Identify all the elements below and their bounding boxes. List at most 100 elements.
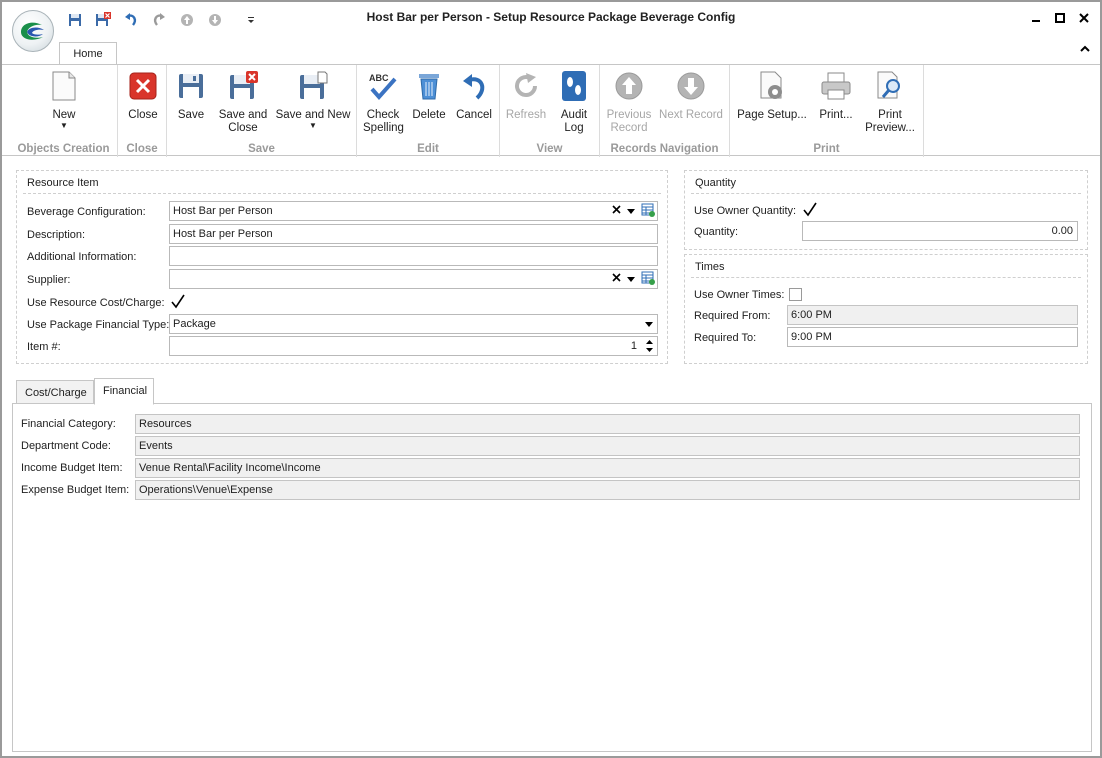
additional-information-field[interactable] bbox=[169, 246, 658, 266]
divider bbox=[691, 193, 1081, 194]
new-button[interactable]: New ▼ bbox=[44, 69, 84, 130]
save-and-new-button[interactable]: Save and New ▼ bbox=[275, 69, 351, 130]
close-button[interactable]: Close bbox=[124, 69, 162, 122]
financial-category-field[interactable]: Resources bbox=[135, 414, 1080, 434]
quantity-field[interactable]: 0.00 bbox=[802, 221, 1078, 241]
use-resource-cost-label: Use Resource Cost/Charge: bbox=[27, 297, 165, 309]
income-budget-item-field[interactable]: Venue Rental\Facility Income\Income bbox=[135, 458, 1080, 478]
close-icon[interactable] bbox=[1074, 8, 1094, 28]
use-owner-times-checkbox[interactable] bbox=[789, 288, 802, 301]
next-record-button[interactable]: Next Record bbox=[658, 69, 724, 122]
undo-arrow-icon bbox=[458, 69, 490, 103]
arrow-down-circle-icon bbox=[675, 69, 707, 103]
group-edit: ABC Check Spelling Delete Cancel Edit bbox=[357, 65, 500, 157]
group-print: Page Setup... Print... Print Preview... … bbox=[730, 65, 924, 157]
ribbon: New ▼ Objects Creation Close Close Save bbox=[2, 64, 1100, 157]
expense-budget-item-label: Expense Budget Item: bbox=[21, 484, 130, 496]
chevron-down-icon[interactable] bbox=[627, 205, 635, 217]
cancel-button[interactable]: Cancel bbox=[453, 69, 495, 122]
print-button[interactable]: Print... bbox=[814, 69, 858, 122]
group-records-navigation: Previous Record Next Record Records Navi… bbox=[600, 65, 730, 157]
delete-button[interactable]: Delete bbox=[409, 69, 449, 122]
app-window: Host Bar per Person - Setup Resource Pac… bbox=[0, 0, 1102, 758]
refresh-icon bbox=[510, 69, 542, 103]
tab-financial[interactable]: Financial bbox=[94, 378, 154, 405]
ribbon-tabs: Home bbox=[2, 40, 1100, 65]
resource-item-panel: Resource Item Beverage Configuration: Ho… bbox=[16, 170, 668, 364]
floppy-save-icon bbox=[175, 69, 207, 103]
required-from-label: Required From: bbox=[694, 310, 771, 322]
page-setup-icon bbox=[756, 69, 788, 103]
maximize-icon[interactable] bbox=[1050, 8, 1070, 28]
tab-cost-charge[interactable]: Cost/Charge bbox=[16, 380, 94, 404]
group-label: Objects Creation bbox=[17, 143, 110, 155]
footprints-icon bbox=[558, 69, 590, 103]
svg-text:ABC: ABC bbox=[369, 73, 389, 83]
ribbon-collapse-icon[interactable] bbox=[1080, 44, 1090, 56]
required-from-field[interactable]: 6:00 PM bbox=[787, 305, 1078, 325]
divider bbox=[691, 277, 1081, 278]
quantity-panel: Quantity Use Owner Quantity: Quantity: 0… bbox=[684, 170, 1088, 250]
audit-log-button[interactable]: Audit Log bbox=[554, 69, 594, 135]
quantity-label: Quantity: bbox=[694, 226, 739, 238]
arrow-up-circle-icon bbox=[613, 69, 645, 103]
chevron-down-icon: ▼ bbox=[60, 121, 68, 130]
required-to-field[interactable]: 9:00 PM bbox=[787, 327, 1078, 347]
supplier-label: Supplier: bbox=[27, 274, 71, 286]
chevron-down-icon: ▼ bbox=[309, 121, 317, 130]
chevron-down-icon[interactable] bbox=[645, 318, 653, 330]
save-and-close-button[interactable]: Save and Close bbox=[215, 69, 271, 135]
income-budget-item-label: Income Budget Item: bbox=[21, 462, 123, 474]
clear-icon[interactable] bbox=[612, 205, 621, 217]
lookup-grid-icon[interactable] bbox=[641, 203, 655, 220]
expense-budget-item-field[interactable]: Operations\Venue\Expense bbox=[135, 480, 1080, 500]
panel-title: Quantity bbox=[695, 177, 736, 189]
print-preview-icon bbox=[874, 69, 906, 103]
use-owner-times-label: Use Owner Times: bbox=[694, 289, 785, 301]
floppy-save-close-icon bbox=[227, 69, 259, 103]
financial-category-label: Financial Category: bbox=[21, 418, 116, 430]
trash-icon bbox=[413, 69, 445, 103]
chevron-down-icon[interactable] bbox=[627, 273, 635, 285]
panel-title: Resource Item bbox=[27, 177, 99, 189]
group-objects-creation: New ▼ Objects Creation bbox=[10, 65, 118, 157]
spin-buttons-icon[interactable] bbox=[645, 339, 654, 355]
item-number-stepper[interactable]: 1 bbox=[169, 336, 658, 356]
financial-type-select[interactable]: Package bbox=[169, 314, 658, 334]
title-bar: Host Bar per Person - Setup Resource Pac… bbox=[2, 2, 1100, 42]
group-view: Refresh Audit Log View bbox=[500, 65, 600, 157]
app-logo-icon[interactable] bbox=[12, 10, 54, 52]
tab-home[interactable]: Home bbox=[59, 42, 117, 65]
window-title: Host Bar per Person - Setup Resource Pac… bbox=[366, 10, 736, 24]
lookup-grid-icon[interactable] bbox=[641, 271, 655, 288]
group-save: Save Save and Close Save and New ▼ Save bbox=[167, 65, 357, 157]
supplier-field[interactable] bbox=[169, 269, 658, 289]
printer-icon bbox=[820, 69, 852, 103]
group-close: Close Close bbox=[118, 65, 167, 157]
times-panel: Times Use Owner Times: Required From: 6:… bbox=[684, 254, 1088, 364]
description-field[interactable]: Host Bar per Person bbox=[169, 224, 658, 244]
minimize-icon[interactable] bbox=[1026, 8, 1046, 28]
new-document-icon bbox=[48, 69, 80, 103]
clear-icon[interactable] bbox=[612, 273, 621, 285]
save-button[interactable]: Save bbox=[173, 69, 209, 122]
close-red-icon bbox=[127, 69, 159, 103]
refresh-button[interactable]: Refresh bbox=[504, 69, 548, 122]
additional-information-label: Additional Information: bbox=[27, 251, 137, 263]
previous-record-button[interactable]: Previous Record bbox=[604, 69, 654, 135]
spellcheck-icon: ABC bbox=[367, 69, 399, 103]
use-owner-quantity-checkbox[interactable] bbox=[803, 202, 817, 217]
description-label: Description: bbox=[27, 229, 86, 241]
department-code-field[interactable]: Events bbox=[135, 436, 1080, 456]
beverage-configuration-field[interactable]: Host Bar per Person bbox=[169, 201, 658, 221]
divider bbox=[23, 193, 661, 194]
page-setup-button[interactable]: Page Setup... bbox=[734, 69, 810, 122]
use-resource-cost-checkbox[interactable] bbox=[171, 294, 185, 309]
floppy-save-new-icon bbox=[297, 69, 329, 103]
department-code-label: Department Code: bbox=[21, 440, 111, 452]
required-to-label: Required To: bbox=[694, 332, 757, 344]
print-preview-button[interactable]: Print Preview... bbox=[862, 69, 918, 135]
item-number-label: Item #: bbox=[27, 341, 61, 353]
use-owner-quantity-label: Use Owner Quantity: bbox=[694, 205, 797, 217]
check-spelling-button[interactable]: ABC Check Spelling bbox=[361, 69, 405, 135]
